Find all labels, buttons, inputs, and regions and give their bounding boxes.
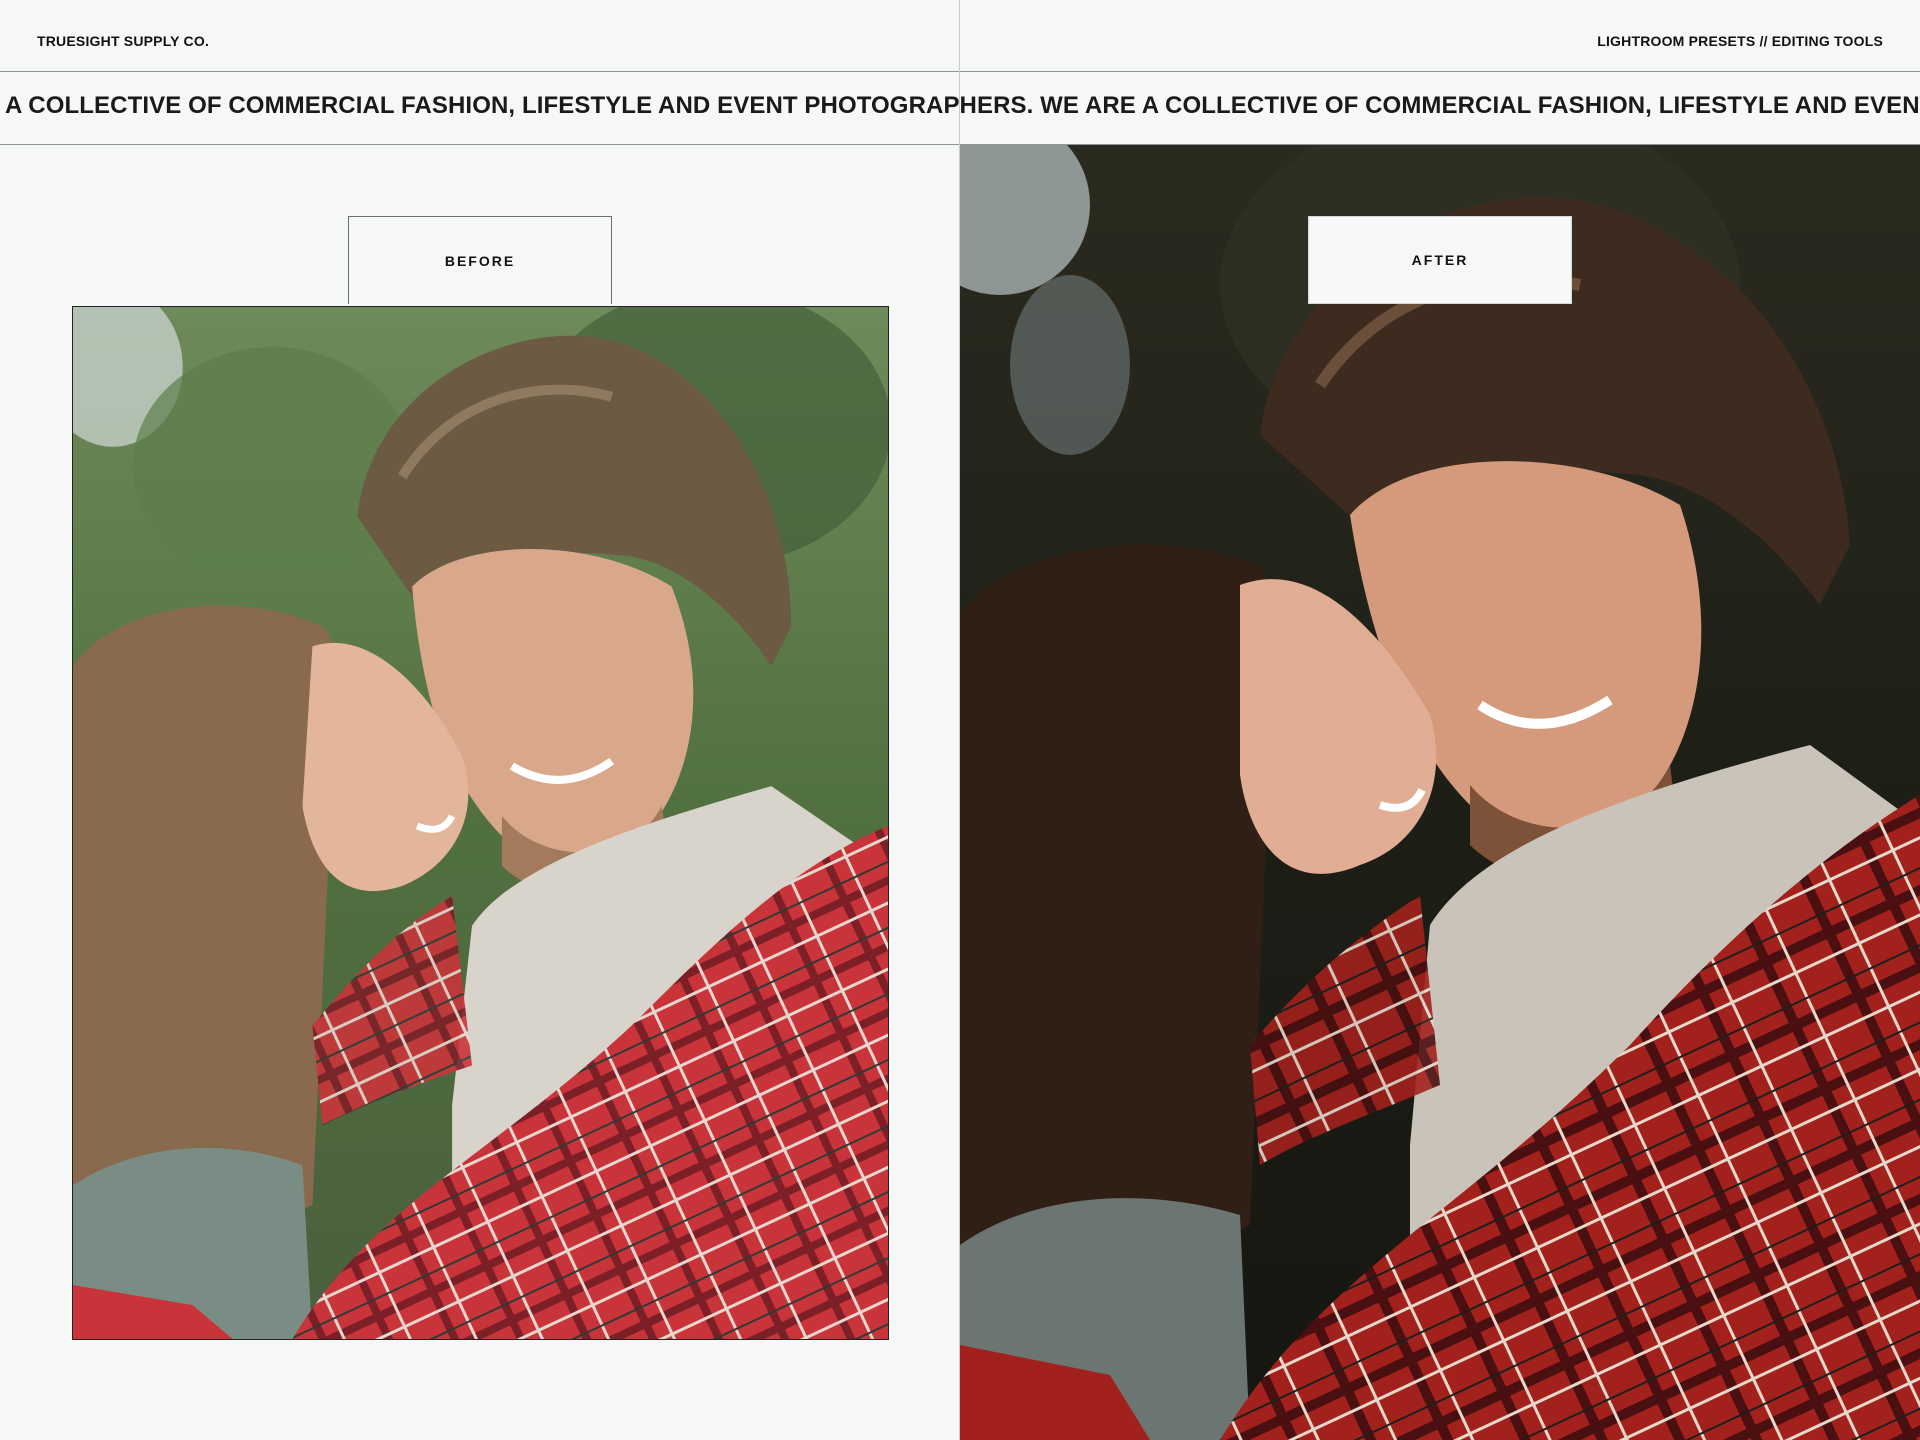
- before-photo: [72, 306, 889, 1340]
- brand-name[interactable]: TRUESIGHT SUPPLY CO.: [37, 33, 209, 49]
- site-header: TRUESIGHT SUPPLY CO. LIGHTROOM PRESETS /…: [0, 0, 1920, 72]
- after-label: AFTER: [1308, 216, 1572, 304]
- after-photo: [960, 145, 1920, 1440]
- marquee-text: A COLLECTIVE OF COMMERCIAL FASHION, LIFE…: [5, 92, 1920, 119]
- before-label: BEFORE: [348, 216, 612, 304]
- header-tagline[interactable]: LIGHTROOM PRESETS // EDITING TOOLS: [1597, 33, 1883, 49]
- marquee-banner: A COLLECTIVE OF COMMERCIAL FASHION, LIFE…: [0, 72, 1920, 145]
- column-divider: [959, 0, 960, 1440]
- after-panel: [960, 145, 1920, 1440]
